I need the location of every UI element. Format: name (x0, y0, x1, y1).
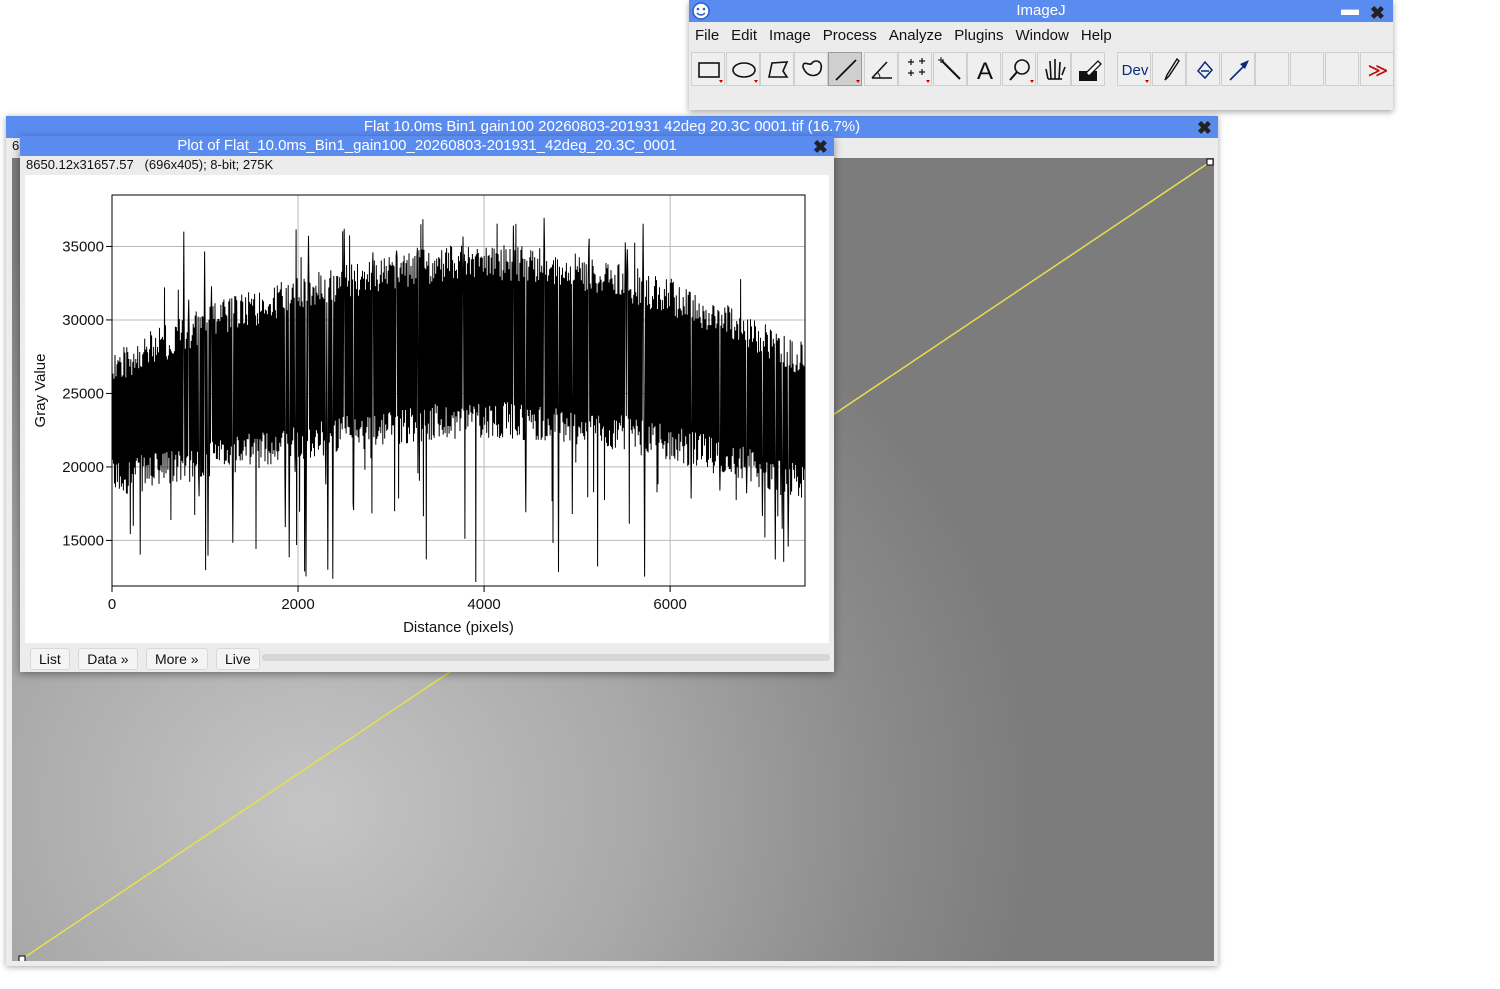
menu-help[interactable]: Help (1075, 25, 1118, 47)
flood-fill-tool-button[interactable] (1186, 52, 1220, 86)
plot-window-titlebar[interactable]: Plot of Flat_10.0ms_Bin1_gain100_2026080… (20, 136, 834, 157)
y-tick-label: 35000 (62, 238, 104, 255)
x-tick-label: 4000 (467, 596, 500, 613)
close-icon[interactable]: ✖ (1197, 117, 1212, 139)
plot-scrollbar[interactable] (262, 654, 830, 661)
line-handle-end[interactable] (1206, 158, 1214, 166)
plot-window[interactable]: Plot of Flat_10.0ms_Bin1_gain100_2026080… (20, 136, 834, 672)
line-tool-icon (835, 59, 860, 83)
x-axis-label: Distance (pixels) (403, 619, 514, 636)
hand-tool-icon (1045, 59, 1066, 80)
line-tool-button[interactable] (828, 52, 862, 86)
minimize-icon[interactable]: ▬ (1341, 0, 1359, 20)
y-tick-label: 30000 (62, 312, 104, 329)
arrow-tool-button[interactable] (1221, 52, 1255, 86)
more-menu-button[interactable]: More » (145, 648, 208, 670)
empty-tool-slot[interactable] (1255, 52, 1289, 86)
multipoint-tool-icon (908, 58, 930, 83)
line-handle-start[interactable] (18, 955, 26, 961)
imagej-title: ImageJ (1016, 2, 1066, 19)
svg-text:≫: ≫ (1368, 58, 1389, 82)
rectangle-tool-icon (698, 62, 723, 83)
text-tool-button[interactable]: A (967, 52, 1001, 86)
empty-slot (1291, 53, 1325, 87)
magnifier-tool-button[interactable] (1002, 52, 1036, 86)
wand-tool-icon (938, 57, 961, 80)
brush-tool-button[interactable] (1152, 52, 1186, 86)
menu-bar: File Edit Image Process Analyze Plugins Window… (689, 25, 1118, 47)
plot-info-text: 8650.12x31657.57 (696x405); 8-bit; 275K (26, 157, 274, 172)
arrow-tool-icon (1229, 60, 1249, 81)
y-tick-label: 15000 (62, 532, 104, 549)
empty-slot (1326, 53, 1360, 87)
menu-file[interactable]: File (689, 25, 725, 47)
y-axis-label: Gray Value (32, 354, 49, 428)
x-tick-label: 2000 (281, 596, 314, 613)
menu-edit[interactable]: Edit (725, 25, 763, 47)
oval-tool-button[interactable] (726, 52, 760, 86)
polygon-tool-button[interactable] (760, 52, 794, 86)
developer-menu-button[interactable]: Dev (1117, 52, 1151, 86)
magnifier-tool-icon (1009, 59, 1034, 83)
rectangle-tool-button[interactable] (691, 52, 725, 86)
developer-menu-icon: Dev (1122, 62, 1149, 83)
color-picker-tool-button[interactable] (1071, 52, 1105, 86)
color-picker-tool-icon (1079, 60, 1102, 81)
y-tick-label: 20000 (62, 459, 104, 476)
more-tools-button[interactable]: ≫ (1360, 52, 1394, 86)
text-tool-icon: A (977, 58, 993, 85)
oval-tool-icon (732, 62, 758, 83)
data-menu-button[interactable]: Data » (78, 648, 138, 670)
x-tick-label: 6000 (653, 596, 686, 613)
svg-text:A: A (977, 58, 993, 85)
menu-image[interactable]: Image (763, 25, 817, 47)
image-info-text: 6 (12, 138, 20, 153)
flood-fill-tool-icon (1197, 60, 1213, 80)
empty-tool-slot[interactable] (1325, 52, 1359, 86)
menu-analyze[interactable]: Analyze (883, 25, 948, 47)
menu-window[interactable]: Window (1010, 25, 1075, 47)
svg-text:Dev: Dev (1122, 62, 1149, 79)
menu-plugins[interactable]: Plugins (948, 25, 1009, 47)
x-tick-label: 0 (108, 596, 116, 613)
wand-tool-button[interactable] (933, 52, 967, 86)
imagej-titlebar[interactable]: ImageJ ▬ ✖ (689, 0, 1393, 24)
close-icon[interactable]: ✖ (1370, 2, 1385, 24)
menu-process[interactable]: Process (817, 25, 883, 47)
y-tick-label: 25000 (62, 385, 104, 402)
image-window-titlebar[interactable]: Flat 10.0ms Bin1 gain100 20260803-201931… (6, 116, 1218, 138)
more-tools-icon: ≫ (1368, 58, 1389, 82)
live-button[interactable]: Live (215, 648, 260, 670)
plot-button-bar: List Data » More » Live (30, 648, 264, 670)
list-button[interactable]: List (30, 648, 70, 670)
imagej-main-window[interactable]: ImageJ ▬ ✖ File Edit Image Process Analyze Pl… (689, 0, 1394, 110)
angle-tool-button[interactable] (864, 52, 898, 86)
freehand-tool-icon (802, 60, 823, 77)
multipoint-tool-button[interactable] (898, 52, 932, 86)
empty-tool-slot[interactable] (1290, 52, 1324, 86)
empty-slot (1256, 53, 1290, 87)
plot-canvas[interactable]: 0 2000 4000 6000 15000 20000 25000 30000 35000 D… (25, 175, 829, 643)
profile-trace (111, 217, 806, 583)
imagej-logo-icon (692, 2, 710, 20)
brush-tool-icon (1164, 57, 1180, 81)
hand-tool-button[interactable] (1037, 52, 1071, 86)
polygon-tool-icon (768, 61, 789, 78)
profile-plot: 0 2000 4000 6000 15000 20000 25000 30000 35000 D… (32, 194, 806, 636)
angle-tool-icon (871, 61, 892, 79)
plot-window-title: Plot of Flat_10.0ms_Bin1_gain100_2026080… (177, 137, 677, 154)
image-window-title: Flat 10.0ms Bin1 gain100 20260803-201931… (363, 118, 861, 135)
freehand-tool-button[interactable] (794, 52, 828, 86)
close-icon[interactable]: ✖ (813, 137, 828, 157)
